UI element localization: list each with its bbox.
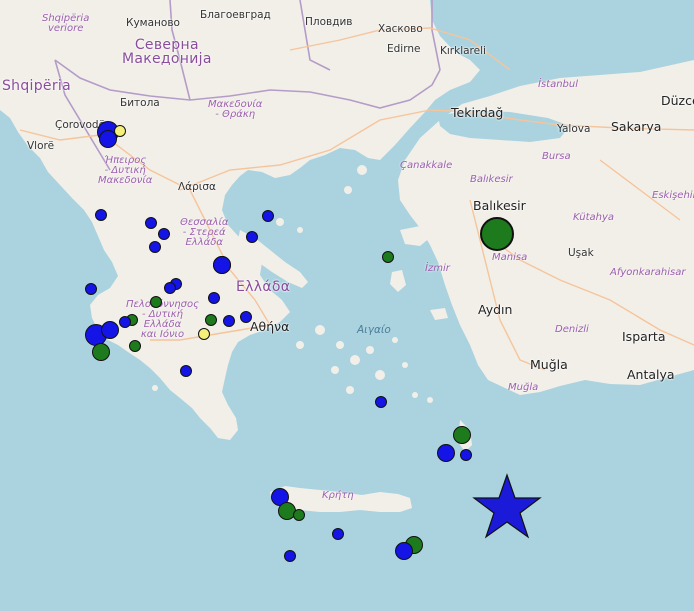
earthquake-marker[interactable] (92, 343, 110, 361)
earthquake-marker[interactable] (95, 209, 107, 221)
earthquake-marker[interactable] (332, 528, 344, 540)
earthquake-marker[interactable] (208, 292, 220, 304)
earthquake-marker[interactable] (375, 396, 387, 408)
earthquake-marker[interactable] (119, 316, 131, 328)
earthquake-marker[interactable] (205, 314, 217, 326)
earthquake-marker[interactable] (262, 210, 274, 222)
earthquake-marker[interactable] (293, 509, 305, 521)
basemap (0, 0, 694, 611)
earthquake-marker[interactable] (395, 542, 413, 560)
earthquake-marker[interactable] (223, 315, 235, 327)
earthquake-marker[interactable] (240, 311, 252, 323)
earthquake-marker[interactable] (85, 283, 97, 295)
earthquake-marker[interactable] (382, 251, 394, 263)
earthquake-marker[interactable] (149, 241, 161, 253)
earthquake-marker[interactable] (180, 365, 192, 377)
earthquake-marker[interactable] (145, 217, 157, 229)
earthquake-marker[interactable] (213, 256, 231, 274)
earthquake-marker[interactable] (480, 217, 514, 251)
earthquake-marker[interactable] (437, 444, 455, 462)
earthquake-marker[interactable] (150, 296, 162, 308)
earthquake-marker[interactable] (460, 449, 472, 461)
earthquake-marker[interactable] (129, 340, 141, 352)
earthquake-marker[interactable] (198, 328, 210, 340)
earthquake-marker[interactable] (246, 231, 258, 243)
earthquake-marker[interactable] (101, 321, 119, 339)
earthquake-marker[interactable] (158, 228, 170, 240)
earthquake-marker[interactable] (99, 130, 117, 148)
seismic-map[interactable]: Shqipëria veriore Куманово Благоевград П… (0, 0, 694, 611)
earthquake-marker[interactable] (453, 426, 471, 444)
earthquake-marker[interactable] (284, 550, 296, 562)
earthquake-marker[interactable] (164, 282, 176, 294)
